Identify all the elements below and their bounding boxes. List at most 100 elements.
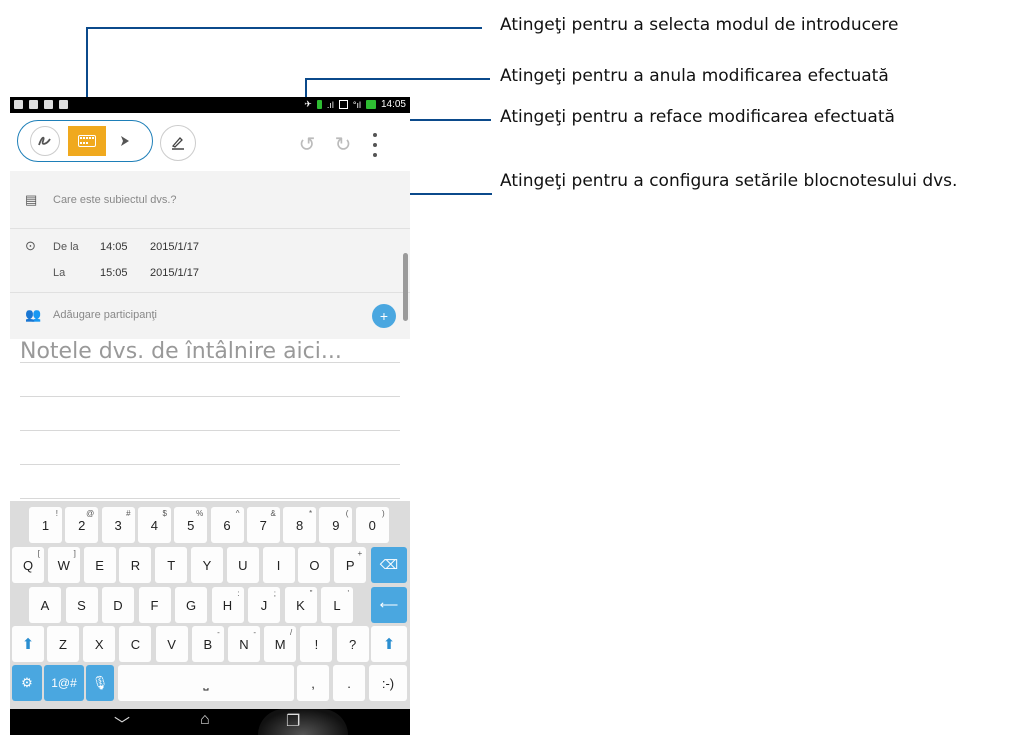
from-date[interactable]: 2015/1/17	[150, 241, 199, 253]
key-row4-3[interactable]: V	[155, 626, 188, 662]
key-row4-4[interactable]: B-	[191, 626, 224, 662]
notes-area[interactable]: Notele dvs. de întâlnire aici...	[10, 339, 410, 501]
back-button[interactable]: ﹀	[114, 711, 130, 735]
handwriting-mode-button[interactable]	[30, 126, 60, 156]
key-row1-6[interactable]: 7 &	[246, 507, 280, 543]
notes-line	[20, 396, 400, 397]
notes-placeholder: Notele dvs. de întâlnire aici...	[20, 339, 342, 364]
callout-line-undo-horizontal	[305, 78, 490, 80]
subject-input[interactable]: Care este subiectul dvs.?	[53, 194, 177, 206]
pen-underline-icon	[171, 137, 184, 150]
more-vertical-icon	[373, 133, 377, 137]
key-row3-0[interactable]: A	[29, 587, 61, 623]
from-time[interactable]: 14:05	[100, 241, 128, 253]
key-row3-2[interactable]: D	[102, 587, 134, 623]
key-row3-1[interactable]: S	[65, 587, 98, 623]
key-row1-9[interactable]: 0)	[355, 507, 389, 543]
gear-icon: ⚙	[21, 675, 33, 690]
draw-mode-button[interactable]	[110, 126, 140, 156]
key-row1-5[interactable]: 6 ^	[210, 507, 244, 543]
key-row1-8[interactable]: 9(	[319, 507, 353, 543]
scrollbar[interactable]	[403, 253, 408, 321]
key-row2-2[interactable]: E	[83, 547, 116, 583]
key-row4-5[interactable]: N-	[228, 626, 260, 662]
status-right-icons: ✈ .ıl °ıl 14:05	[304, 99, 406, 110]
comma-key[interactable]: ,	[297, 665, 329, 701]
home-button[interactable]: ⌂	[200, 711, 210, 729]
key-row4-6[interactable]: M /	[264, 626, 297, 662]
backspace-key[interactable]: ⌫	[371, 547, 407, 583]
key-row3-7[interactable]: K "	[284, 587, 317, 623]
key-row4-2[interactable]: C	[119, 626, 152, 662]
brush-icon	[121, 136, 129, 146]
key-row2-4[interactable]: T	[155, 547, 188, 583]
status-bar: ✈ .ıl °ıl 14:05	[10, 97, 410, 113]
key-row2-6[interactable]: U	[226, 547, 259, 583]
key-row2-3[interactable]: R	[119, 547, 152, 583]
key-row2-1[interactable]: W]	[47, 547, 80, 583]
subject-icon: ▤	[25, 192, 38, 207]
key-row4-1[interactable]: X	[83, 626, 116, 662]
enter-key[interactable]: ⟵	[371, 587, 407, 623]
key-row3-5[interactable]: H:	[211, 587, 244, 623]
period-key[interactable]: .	[333, 665, 365, 701]
file-icon	[44, 100, 53, 109]
to-date[interactable]: 2015/1/17	[150, 267, 199, 279]
key-row1-3[interactable]: 4 $	[137, 507, 171, 543]
shift-icon: ⬆	[21, 636, 35, 653]
key-row2-8[interactable]: O	[298, 547, 331, 583]
key-secondary-label: #	[126, 509, 131, 518]
notes-line	[20, 498, 400, 499]
pen-settings-button[interactable]	[160, 125, 196, 161]
people-icon: 👥	[25, 307, 42, 322]
event-form: ▤ Care este subiectul dvs.? ⊙ De la 14:0…	[10, 171, 410, 339]
space-key[interactable]: ⎵	[118, 665, 294, 701]
subject-row[interactable]: ▤ Care este subiectul dvs.?	[10, 171, 410, 229]
redo-button[interactable]: ↻	[332, 133, 354, 156]
shift-key-left[interactable]: ⬆	[12, 626, 44, 662]
key-row4-0[interactable]: Z	[47, 626, 79, 662]
key-secondary-label: :	[237, 589, 240, 598]
mic-key[interactable]: 🎙	[86, 665, 114, 701]
key-row4-8[interactable]: ?	[336, 626, 369, 662]
keyboard-mode-button[interactable]	[68, 126, 106, 156]
key-secondary-label: [	[37, 549, 40, 558]
smiley-key[interactable]: :-)	[369, 665, 407, 701]
key-row1-1[interactable]: 2 @	[65, 507, 99, 543]
key-row3-3[interactable]: F	[138, 587, 171, 623]
nav-glow	[258, 709, 348, 735]
key-row2-0[interactable]: Q[	[12, 547, 44, 583]
input-mode-selector	[17, 120, 153, 162]
key-row3-8[interactable]: L '	[321, 587, 353, 623]
key-row1-2[interactable]: 3 #	[101, 507, 135, 543]
home-icon: ⌂	[200, 711, 210, 728]
recent-apps-button[interactable]: ❐	[286, 711, 300, 731]
symbols-key[interactable]: 1@#	[44, 665, 84, 701]
status-time: 14:05	[380, 99, 406, 110]
key-row3-6[interactable]: J;	[248, 587, 280, 623]
undo-icon: ↺	[298, 133, 316, 156]
key-secondary-label: +	[357, 549, 363, 558]
undo-button[interactable]: ↺	[296, 133, 318, 156]
key-row1-0[interactable]: 1!	[29, 507, 62, 543]
to-time[interactable]: 15:05	[100, 267, 128, 279]
key-row4-7[interactable]: !	[300, 626, 333, 662]
settings-key[interactable]: ⚙	[12, 665, 42, 701]
key-secondary-label: "	[309, 589, 313, 598]
keyboard: ⚙ 1@# 🎙 ⎵ , . :-) ⌫ ⟵ ⬆ ⬆ 1! 2 @3 #4 $5% 6 ^ 7 &…	[10, 501, 410, 709]
key-row1-7[interactable]: 8 *	[283, 507, 317, 543]
key-row1-4[interactable]: 5%	[174, 507, 208, 543]
participants-input[interactable]: Adăugare participanţi	[53, 309, 157, 321]
key-row2-5[interactable]: Y	[191, 547, 223, 583]
key-secondary-label: $	[162, 509, 167, 518]
toolbar: ↺ ↻	[10, 113, 410, 171]
shift-key-right[interactable]: ⬆	[371, 626, 407, 662]
more-options-button[interactable]	[370, 133, 380, 157]
key-secondary-label: )	[382, 509, 385, 518]
redo-icon: ↻	[334, 133, 352, 156]
key-row2-7[interactable]: I	[262, 547, 295, 583]
key-row3-4[interactable]: G	[175, 587, 207, 623]
key-row2-9[interactable]: P +	[334, 547, 367, 583]
key-secondary-label: (	[345, 509, 349, 518]
add-participant-button[interactable]: +	[372, 304, 396, 328]
